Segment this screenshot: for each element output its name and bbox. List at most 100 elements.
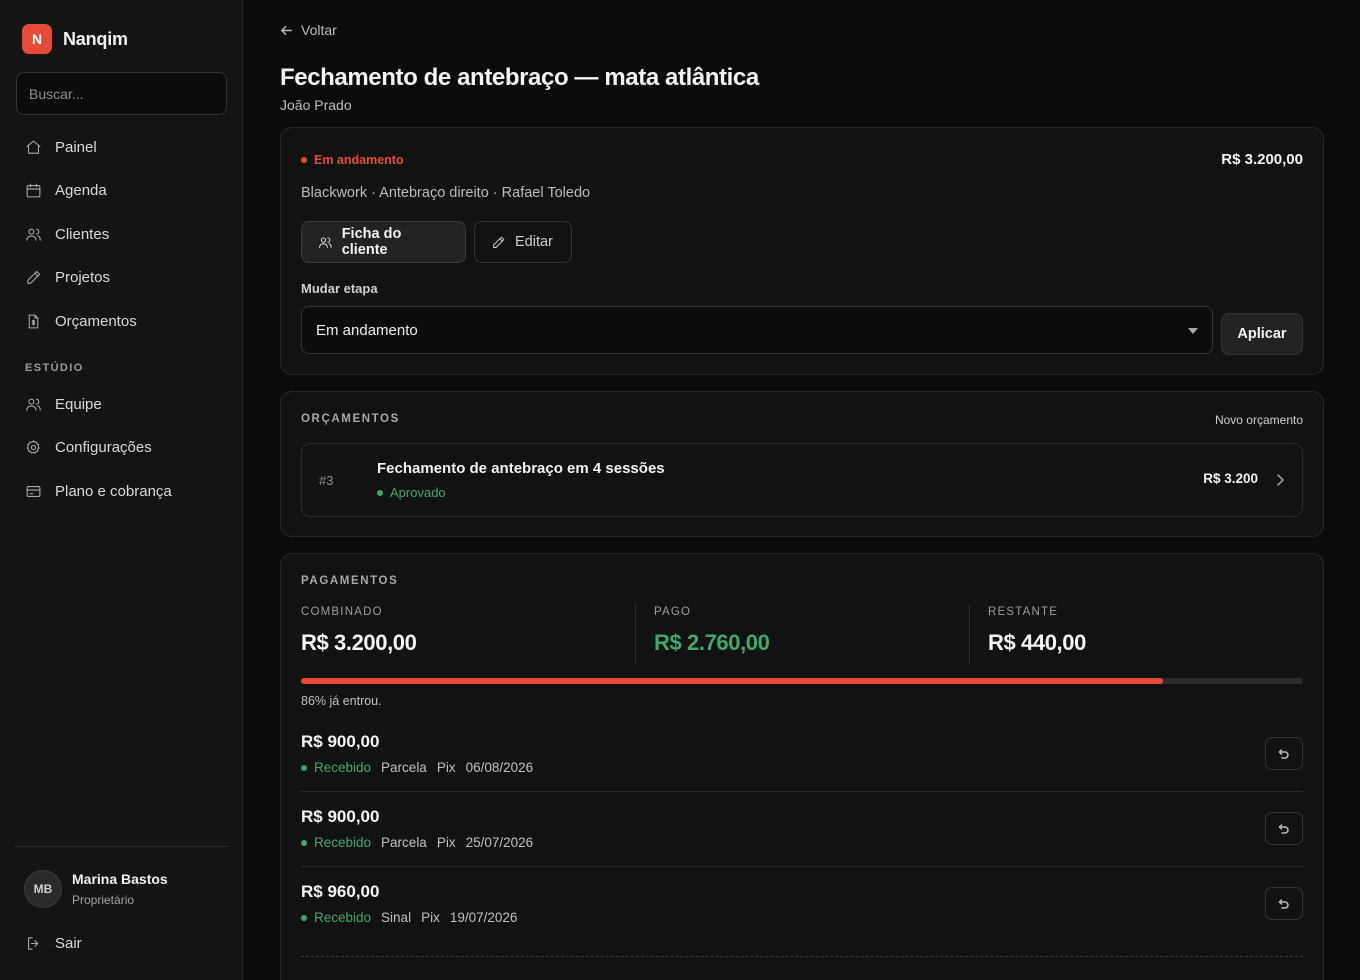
payment-amount: R$ 900,00 (301, 807, 380, 826)
stat-paid: PAGO R$ 2.760,00 (654, 606, 770, 664)
payment-method: Pix (436, 835, 456, 850)
logout-label: Sair (55, 934, 82, 952)
sidebar-divider (14, 846, 229, 847)
quotes-card: ORÇAMENTOS Novo orçamento #3 Fechamento … (280, 391, 1324, 537)
sidebar-item-label: Clientes (55, 225, 110, 243)
brand[interactable]: N Nanqim (22, 24, 128, 54)
payment-item: R$ 900,00 Recebido Parcela Pix 06/08/202… (301, 732, 1303, 807)
stat-divider (969, 604, 970, 664)
undo-payment-button[interactable] (1265, 887, 1303, 920)
quote-status: Aprovado (377, 485, 446, 500)
payment-item: R$ 900,00 Recebido Parcela Pix 25/07/202… (301, 807, 1303, 882)
sidebar-item-projetos[interactable]: Projetos (16, 258, 227, 296)
sidebar-item-label: Configurações (55, 438, 152, 456)
sidebar-item-clientes[interactable]: Clientes (16, 215, 227, 253)
sidebar-item-label: Painel (55, 138, 97, 156)
sidebar-item-label: Equipe (55, 395, 102, 413)
stat-remaining: RESTANTE R$ 440,00 (988, 606, 1086, 664)
payment-amount: R$ 900,00 (301, 732, 380, 751)
quote-status-label: Aprovado (390, 485, 446, 500)
payment-method: Pix (421, 910, 440, 925)
sidebar-item-label: Agenda (55, 181, 107, 199)
sidebar-item-plano[interactable]: Plano e cobrança (16, 472, 227, 510)
stat-combined-label: COMBINADO (301, 606, 383, 618)
payment-status-label: Recebido (314, 760, 372, 775)
gear-icon (26, 439, 40, 454)
user-profile[interactable]: MB Marina Bastos Proprietário (24, 870, 168, 908)
quote-row[interactable]: #3 Fechamento de antebraço em 4 sessões … (301, 443, 1303, 517)
sidebar-item-orcamentos[interactable]: Orçamentos (16, 302, 227, 340)
chevron-right-icon (1274, 473, 1286, 487)
pencil-icon (27, 270, 41, 284)
back-link[interactable]: Voltar (280, 22, 337, 38)
payment-amount: R$ 960,00 (301, 882, 380, 901)
stat-remaining-label: RESTANTE (988, 606, 1059, 618)
payment-status-label: Recebido (314, 835, 372, 850)
search-box (16, 72, 227, 115)
stat-paid-value: R$ 2.760,00 (654, 630, 770, 655)
payment-date: 06/08/2026 (465, 760, 534, 775)
stat-divider (635, 604, 636, 664)
page-subtitle: João Prado (280, 97, 352, 113)
sidebar-item-label: Orçamentos (55, 312, 137, 330)
payments-card: PAGAMENTOS COMBINADO R$ 3.200,00 PAGO R$… (280, 553, 1324, 980)
calendar-icon (26, 183, 41, 197)
users-icon (26, 228, 41, 241)
stage-label: Mudar etapa (301, 281, 378, 296)
search-input[interactable] (29, 85, 214, 102)
payment-meta: Recebido Parcela Pix 25/07/2026 (301, 835, 533, 850)
app-name: Nanqim (63, 28, 128, 49)
sidebar-item-configuracoes[interactable]: Configurações (16, 428, 227, 466)
payment-meta: Recebido Parcela Pix 06/08/2026 (301, 760, 533, 775)
status-dot-icon (301, 839, 307, 846)
sidebar: N Nanqim Painel Agenda Clientes Projetos… (0, 0, 243, 980)
sidebar-item-agenda[interactable]: Agenda (16, 171, 227, 209)
pencil-icon (493, 236, 505, 248)
payment-date: 25/07/2026 (465, 835, 534, 850)
quote-number: #3 (319, 473, 334, 488)
sidebar-item-painel[interactable]: Painel (16, 128, 227, 166)
project-amount: R$ 3.200,00 (1221, 151, 1303, 168)
payment-date: 19/07/2026 (449, 910, 518, 925)
status-dot-icon (301, 764, 307, 771)
sidebar-item-label: Plano e cobrança (55, 482, 172, 500)
payment-divider (301, 791, 1303, 792)
stat-remaining-value: R$ 440,00 (988, 630, 1086, 655)
payment-status: Recebido (301, 760, 371, 775)
payments-heading: PAGAMENTOS (301, 575, 399, 587)
users-icon (319, 236, 332, 248)
logout-icon (28, 936, 39, 950)
client-record-button[interactable]: Ficha do cliente (301, 221, 466, 263)
logout-button[interactable]: Sair (16, 924, 227, 962)
project-meta: Blackwork · Antebraço direito · Rafael T… (301, 185, 591, 201)
page-title: Fechamento de antebraço — mata atlântica (280, 64, 759, 91)
payment-type: Parcela (381, 835, 427, 850)
add-payment-dropzone (301, 956, 1303, 957)
payment-type: Parcela (381, 760, 427, 775)
payment-meta: Recebido Sinal Pix 19/07/2026 (301, 910, 517, 925)
sidebar-item-label: Projetos (55, 268, 111, 286)
undo-icon (1278, 823, 1289, 834)
client-record-label: Ficha do cliente (341, 226, 402, 258)
quotes-heading: ORÇAMENTOS (301, 413, 400, 425)
quote-title: Fechamento de antebraço em 4 sessões (377, 460, 665, 477)
logo-icon: N (22, 24, 52, 54)
home-icon (26, 140, 41, 154)
document-dollar-icon (28, 314, 39, 328)
payment-status: Recebido (301, 910, 371, 925)
edit-button[interactable]: Editar (474, 221, 572, 263)
payment-status-label: Recebido (314, 910, 372, 925)
undo-icon (1278, 898, 1289, 909)
undo-payment-button[interactable] (1265, 812, 1303, 845)
progress-caption: 86% já entrou. (301, 694, 382, 708)
apply-button[interactable]: Aplicar (1221, 313, 1303, 355)
sidebar-item-equipe[interactable]: Equipe (16, 385, 227, 423)
status-label: Em andamento (314, 153, 404, 167)
stage-select[interactable]: Em andamento (301, 306, 1213, 354)
caret-down-icon (1188, 328, 1198, 334)
new-quote-link[interactable]: Novo orçamento (1215, 413, 1303, 427)
stat-paid-label: PAGO (654, 606, 692, 618)
avatar: MB (24, 870, 62, 908)
payment-progress-fill (301, 678, 1163, 684)
undo-payment-button[interactable] (1265, 737, 1303, 770)
